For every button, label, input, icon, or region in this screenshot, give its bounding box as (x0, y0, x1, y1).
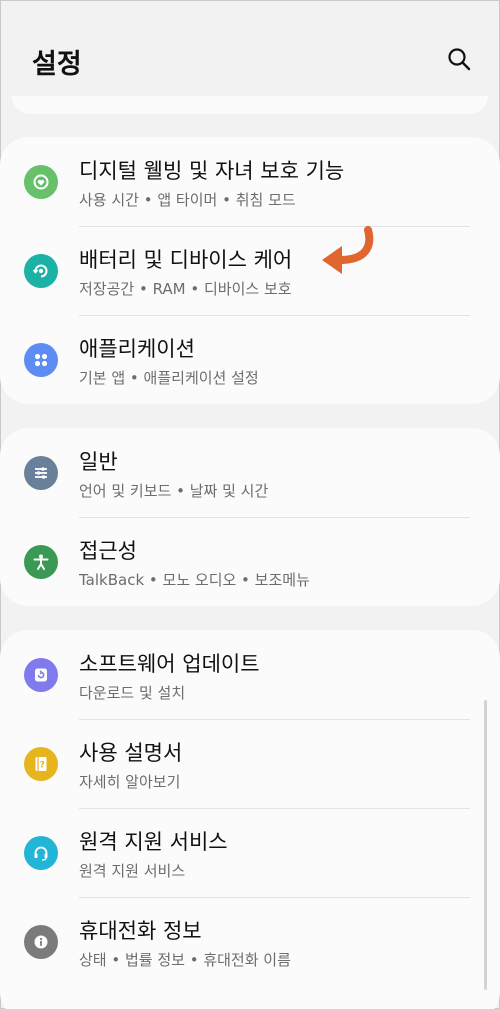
settings-item-digital-wellbeing[interactable]: 디지털 웰빙 및 자녀 보호 기능 사용 시간 • 앱 타이머 • 취침 모드 (0, 137, 500, 226)
settings-group-1: 디지털 웰빙 및 자녀 보호 기능 사용 시간 • 앱 타이머 • 취침 모드 … (0, 137, 500, 404)
accessibility-icon (24, 545, 58, 579)
update-icon (24, 658, 58, 692)
settings-item-accessibility[interactable]: 접근성 TalkBack • 모노 오디오 • 보조메뉴 (0, 517, 500, 606)
item-subtitle: TalkBack • 모노 오디오 • 보조메뉴 (79, 571, 310, 589)
highlight-arrow-icon (322, 226, 374, 274)
wellbeing-icon (24, 165, 58, 199)
app-header: 설정 (0, 0, 500, 100)
settings-group-3: 소프트웨어 업데이트 다운로드 및 설치 ? 사용 설명서 자세히 알아보기 원… (0, 630, 500, 1009)
search-button[interactable] (446, 46, 472, 72)
item-title: 소프트웨어 업데이트 (79, 652, 260, 676)
settings-group-2: 일반 언어 및 키보드 • 날짜 및 시간 접근성 TalkBack • 모노 … (0, 428, 500, 606)
settings-item-applications[interactable]: 애플리케이션 기본 앱 • 애플리케이션 설정 (0, 315, 500, 404)
item-subtitle: 원격 지원 서비스 (79, 862, 186, 880)
item-title: 디지털 웰빙 및 자녀 보호 기능 (79, 159, 345, 183)
settings-item-phone-info[interactable]: 휴대전화 정보 상태 • 법률 정보 • 휴대전화 이름 (0, 897, 500, 986)
item-title: 애플리케이션 (79, 337, 195, 361)
manual-icon: ? (24, 747, 58, 781)
item-subtitle: 다운로드 및 설치 (79, 684, 186, 702)
item-subtitle: 언어 및 키보드 • 날짜 및 시간 (79, 482, 269, 500)
item-subtitle: 기본 앱 • 애플리케이션 설정 (79, 369, 259, 387)
item-title: 배터리 및 디바이스 케어 (79, 248, 293, 272)
item-title: 휴대전화 정보 (79, 919, 202, 943)
item-subtitle: 상태 • 법률 정보 • 휴대전화 이름 (79, 951, 291, 969)
apps-icon (24, 343, 58, 377)
item-title: 사용 설명서 (79, 741, 183, 765)
device-care-icon (24, 254, 58, 288)
settings-item-user-manual[interactable]: ? 사용 설명서 자세히 알아보기 (0, 719, 500, 808)
item-subtitle: 자세히 알아보기 (79, 773, 181, 791)
item-subtitle: 사용 시간 • 앱 타이머 • 취침 모드 (79, 191, 296, 209)
search-icon (448, 48, 471, 71)
sliders-icon (24, 456, 58, 490)
settings-item-software-update[interactable]: 소프트웨어 업데이트 다운로드 및 설치 (0, 630, 500, 719)
settings-item-device-care[interactable]: 배터리 및 디바이스 케어 저장공간 • RAM • 디바이스 보호 (0, 226, 500, 315)
item-title: 일반 (79, 450, 118, 474)
settings-item-general[interactable]: 일반 언어 및 키보드 • 날짜 및 시간 (0, 428, 500, 517)
item-subtitle: 저장공간 • RAM • 디바이스 보호 (79, 280, 292, 298)
page-title: 설정 (32, 49, 82, 80)
item-title: 원격 지원 서비스 (79, 830, 228, 854)
info-icon (24, 925, 58, 959)
item-title: 접근성 (79, 539, 137, 563)
svg-text:?: ? (40, 761, 45, 771)
headset-icon (24, 836, 58, 870)
previous-card-edge (12, 96, 488, 114)
settings-item-remote-support[interactable]: 원격 지원 서비스 원격 지원 서비스 (0, 808, 500, 897)
scrollbar[interactable] (484, 700, 487, 990)
